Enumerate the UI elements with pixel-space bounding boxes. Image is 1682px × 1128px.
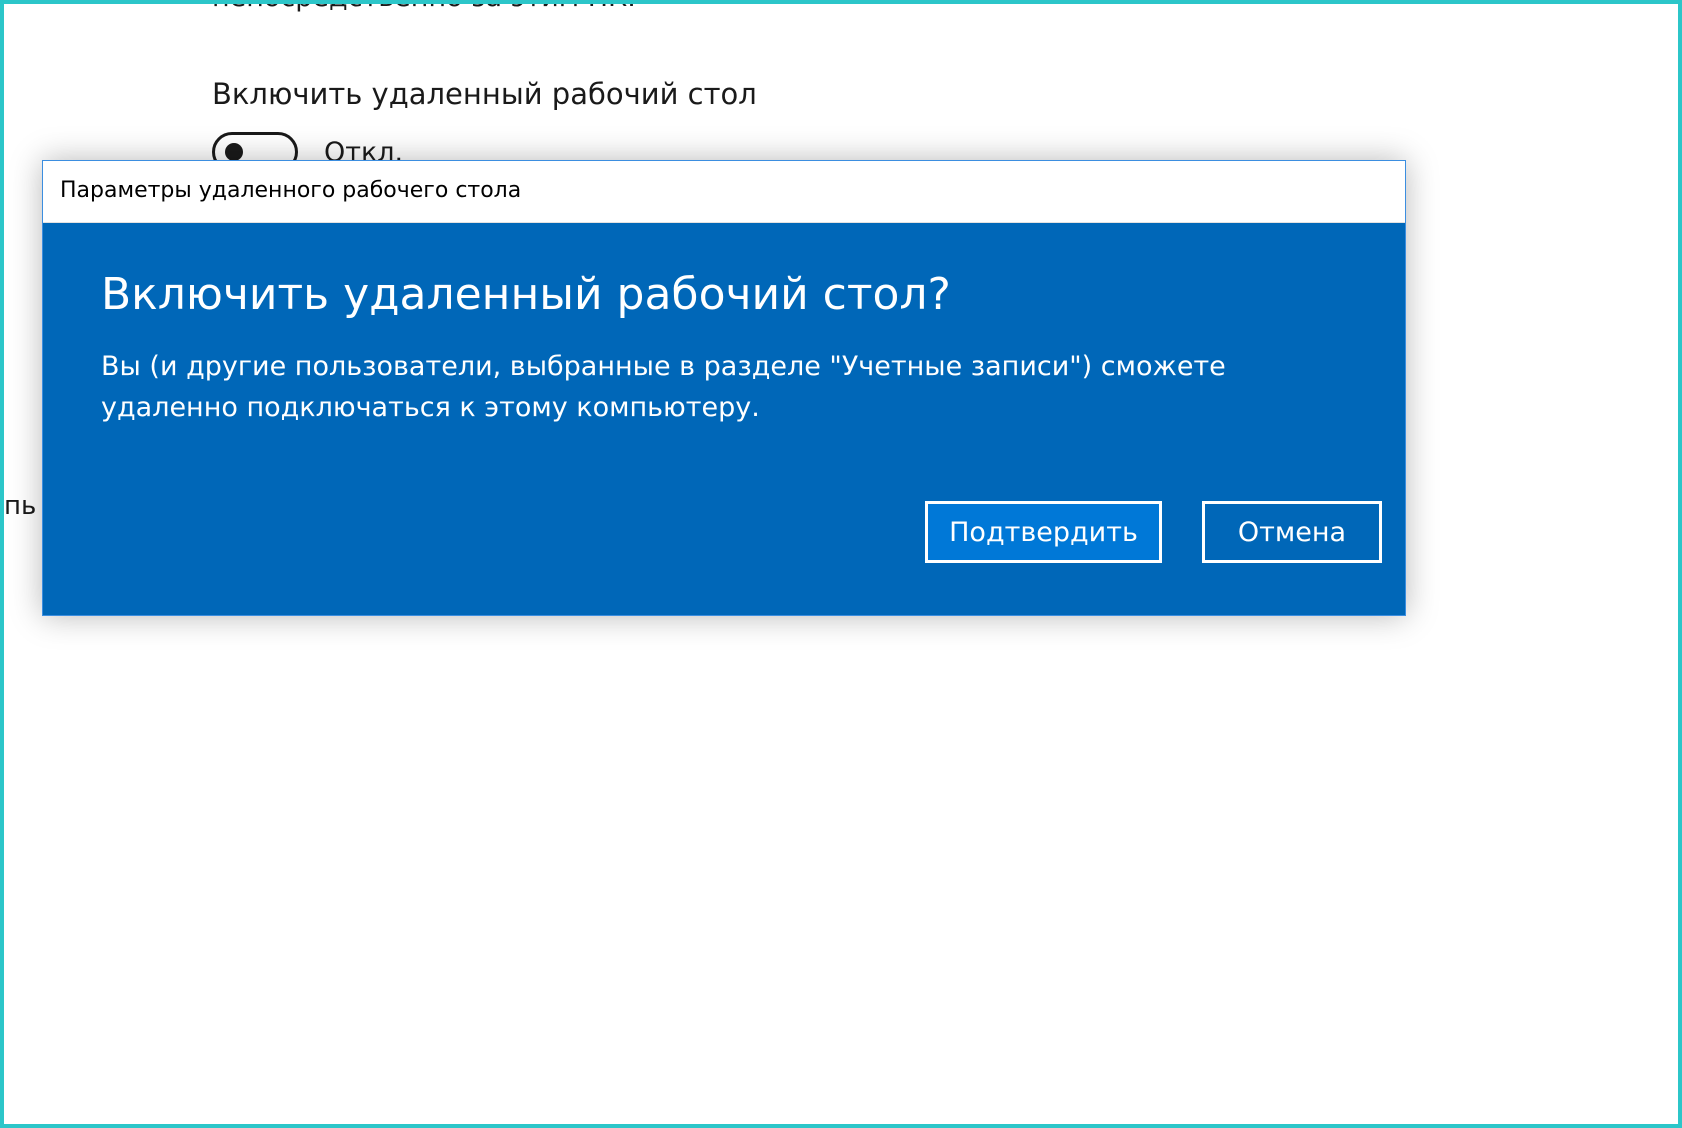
clipped-text: пь	[4, 491, 37, 521]
dialog-heading: Включить удаленный рабочий стол?	[101, 269, 951, 320]
cancel-button[interactable]: Отмена	[1202, 501, 1382, 563]
confirm-button[interactable]: Подтвердить	[925, 501, 1162, 563]
dialog-title: Параметры удаленного рабочего стола	[60, 178, 522, 203]
dialog-message: Вы (и другие пользователи, выбранные в р…	[101, 351, 1226, 423]
dialog-titlebar: Параметры удаленного рабочего стола	[43, 161, 1405, 223]
screenshot-frame: непосредственно за этим ПК. Включить уда…	[0, 0, 1682, 1128]
remote-desktop-setting-heading: Включить удаленный рабочий стол	[212, 77, 757, 111]
toggle-knob	[225, 143, 243, 161]
description-text: непосредственно за этим ПК.	[212, 4, 636, 13]
remote-desktop-dialog: Параметры удаленного рабочего стола Вклю…	[42, 160, 1406, 616]
